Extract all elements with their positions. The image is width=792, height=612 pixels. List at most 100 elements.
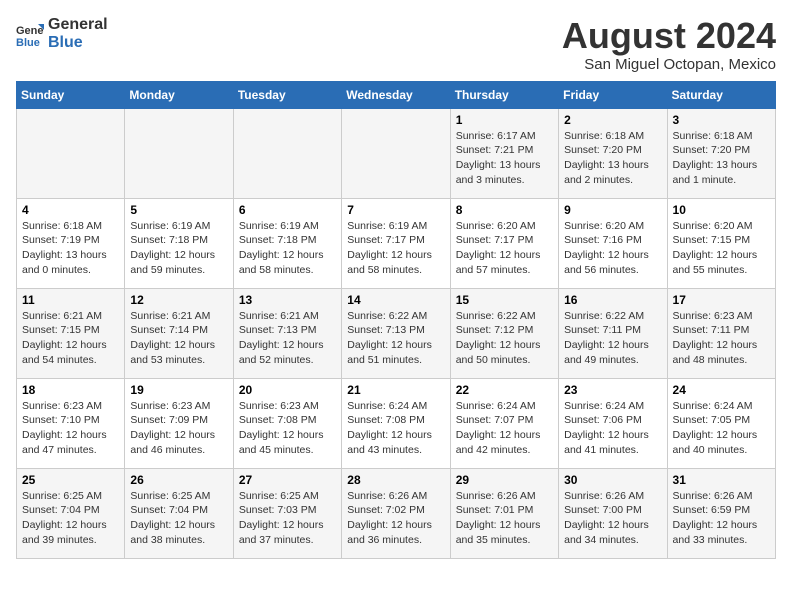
col-header-tuesday: Tuesday: [233, 81, 341, 108]
calendar-cell: 11 Sunrise: 6:21 AMSunset: 7:15 PMDayligh…: [17, 288, 125, 378]
day-number: 13: [239, 293, 336, 307]
calendar-cell: 24 Sunrise: 6:24 AMSunset: 7:05 PMDayligh…: [667, 378, 775, 468]
day-number: 17: [673, 293, 770, 307]
col-header-friday: Friday: [559, 81, 667, 108]
calendar-cell: 15Sunrise: 6:22 AMSunset: 7:12 PMDayligh…: [450, 288, 558, 378]
day-info: Sunrise: 6:20 AMSunset: 7:17 PMDaylight:…: [456, 219, 553, 278]
calendar-week-row: 1 Sunrise: 6:17 AMSunset: 7:21 PMDaylight…: [17, 108, 776, 198]
calendar-cell: 25 Sunrise: 6:25 AMSunset: 7:04 PMDayligh…: [17, 468, 125, 558]
day-info: Sunrise: 6:26 AMSunset: 6:59 PMDaylight:…: [673, 489, 770, 548]
day-number: 16: [564, 293, 661, 307]
day-info: Sunrise: 6:22 AMSunset: 7:11 PMDaylight:…: [564, 309, 661, 368]
col-header-thursday: Thursday: [450, 81, 558, 108]
logo-general-text: General: [48, 16, 108, 34]
day-number: 27: [239, 473, 336, 487]
day-info: Sunrise: 6:26 AMSunset: 7:01 PMDaylight:…: [456, 489, 553, 548]
day-info: Sunrise: 6:18 AMSunset: 7:20 PMDaylight:…: [673, 129, 770, 188]
calendar-cell: 1 Sunrise: 6:17 AMSunset: 7:21 PMDaylight…: [450, 108, 558, 198]
day-number: 19: [130, 383, 227, 397]
calendar-cell: 9Sunrise: 6:20 AMSunset: 7:16 PMDaylight…: [559, 198, 667, 288]
logo-icon: General Blue: [16, 20, 44, 48]
title-area: August 2024 San Miguel Octopan, Mexico: [562, 16, 776, 73]
day-number: 1: [456, 113, 553, 127]
day-info: Sunrise: 6:18 AMSunset: 7:20 PMDaylight:…: [564, 129, 661, 188]
calendar-cell: 10Sunrise: 6:20 AMSunset: 7:15 PMDayligh…: [667, 198, 775, 288]
logo-blue-text: Blue: [48, 34, 108, 52]
calendar-week-row: 25 Sunrise: 6:25 AMSunset: 7:04 PMDayligh…: [17, 468, 776, 558]
day-number: 14: [347, 293, 444, 307]
day-number: 12: [130, 293, 227, 307]
calendar-cell: 2Sunrise: 6:18 AMSunset: 7:20 PMDaylight…: [559, 108, 667, 198]
day-info: Sunrise: 6:22 AMSunset: 7:13 PMDaylight:…: [347, 309, 444, 368]
day-info: Sunrise: 6:19 AMSunset: 7:18 PMDaylight:…: [130, 219, 227, 278]
day-info: Sunrise: 6:26 AMSunset: 7:00 PMDaylight:…: [564, 489, 661, 548]
day-number: 18: [22, 383, 119, 397]
day-info: Sunrise: 6:19 AMSunset: 7:17 PMDaylight:…: [347, 219, 444, 278]
day-info: Sunrise: 6:22 AMSunset: 7:12 PMDaylight:…: [456, 309, 553, 368]
day-info: Sunrise: 6:24 AMSunset: 7:05 PMDaylight:…: [673, 399, 770, 458]
day-number: 26: [130, 473, 227, 487]
day-number: 10: [673, 203, 770, 217]
day-number: 28: [347, 473, 444, 487]
calendar-cell: 6Sunrise: 6:19 AMSunset: 7:18 PMDaylight…: [233, 198, 341, 288]
calendar-cell: 17Sunrise: 6:23 AMSunset: 7:11 PMDayligh…: [667, 288, 775, 378]
day-info: Sunrise: 6:25 AMSunset: 7:04 PMDaylight:…: [22, 489, 119, 548]
col-header-monday: Monday: [125, 81, 233, 108]
day-info: Sunrise: 6:25 AMSunset: 7:03 PMDaylight:…: [239, 489, 336, 548]
day-info: Sunrise: 6:21 AMSunset: 7:13 PMDaylight:…: [239, 309, 336, 368]
day-number: 29: [456, 473, 553, 487]
day-number: 24: [673, 383, 770, 397]
calendar-cell: 26 Sunrise: 6:25 AMSunset: 7:04 PMDayligh…: [125, 468, 233, 558]
col-header-wednesday: Wednesday: [342, 81, 450, 108]
calendar-cell: 27 Sunrise: 6:25 AMSunset: 7:03 PMDayligh…: [233, 468, 341, 558]
svg-text:Blue: Blue: [16, 37, 40, 48]
calendar-cell: 5 Sunrise: 6:19 AMSunset: 7:18 PMDaylight…: [125, 198, 233, 288]
day-info: Sunrise: 6:24 AMSunset: 7:08 PMDaylight:…: [347, 399, 444, 458]
page-header: General Blue General Blue August 2024 Sa…: [16, 16, 776, 73]
calendar-week-row: 11 Sunrise: 6:21 AMSunset: 7:15 PMDayligh…: [17, 288, 776, 378]
day-number: 23: [564, 383, 661, 397]
day-info: Sunrise: 6:19 AMSunset: 7:18 PMDaylight:…: [239, 219, 336, 278]
day-info: Sunrise: 6:23 AMSunset: 7:10 PMDaylight:…: [22, 399, 119, 458]
day-info: Sunrise: 6:24 AMSunset: 7:06 PMDaylight:…: [564, 399, 661, 458]
calendar-cell: 12 Sunrise: 6:21 AMSunset: 7:14 PMDayligh…: [125, 288, 233, 378]
calendar-cell: 28Sunrise: 6:26 AMSunset: 7:02 PMDayligh…: [342, 468, 450, 558]
day-info: Sunrise: 6:18 AMSunset: 7:19 PMDaylight:…: [22, 219, 119, 278]
calendar-cell: [17, 108, 125, 198]
page-title: August 2024: [562, 16, 776, 56]
calendar-header-row: SundayMondayTuesdayWednesdayThursdayFrid…: [17, 81, 776, 108]
calendar-cell: 8Sunrise: 6:20 AMSunset: 7:17 PMDaylight…: [450, 198, 558, 288]
day-number: 21: [347, 383, 444, 397]
calendar-week-row: 18 Sunrise: 6:23 AMSunset: 7:10 PMDayligh…: [17, 378, 776, 468]
calendar-cell: 21 Sunrise: 6:24 AMSunset: 7:08 PMDayligh…: [342, 378, 450, 468]
day-number: 4: [22, 203, 119, 217]
day-number: 20: [239, 383, 336, 397]
day-info: Sunrise: 6:20 AMSunset: 7:16 PMDaylight:…: [564, 219, 661, 278]
calendar-cell: 14 Sunrise: 6:22 AMSunset: 7:13 PMDayligh…: [342, 288, 450, 378]
calendar-cell: [342, 108, 450, 198]
day-info: Sunrise: 6:23 AMSunset: 7:08 PMDaylight:…: [239, 399, 336, 458]
page-subtitle: San Miguel Octopan, Mexico: [562, 56, 776, 73]
day-info: Sunrise: 6:21 AMSunset: 7:14 PMDaylight:…: [130, 309, 227, 368]
day-number: 31: [673, 473, 770, 487]
day-info: Sunrise: 6:21 AMSunset: 7:15 PMDaylight:…: [22, 309, 119, 368]
calendar-cell: 31 Sunrise: 6:26 AMSunset: 6:59 PMDayligh…: [667, 468, 775, 558]
calendar-cell: 29 Sunrise: 6:26 AMSunset: 7:01 PMDayligh…: [450, 468, 558, 558]
day-info: Sunrise: 6:23 AMSunset: 7:09 PMDaylight:…: [130, 399, 227, 458]
day-number: 25: [22, 473, 119, 487]
calendar-cell: 23 Sunrise: 6:24 AMSunset: 7:06 PMDayligh…: [559, 378, 667, 468]
calendar-cell: 7Sunrise: 6:19 AMSunset: 7:17 PMDaylight…: [342, 198, 450, 288]
day-info: Sunrise: 6:24 AMSunset: 7:07 PMDaylight:…: [456, 399, 553, 458]
day-number: 11: [22, 293, 119, 307]
day-info: Sunrise: 6:17 AMSunset: 7:21 PMDaylight:…: [456, 129, 553, 188]
calendar-cell: 19 Sunrise: 6:23 AMSunset: 7:09 PMDayligh…: [125, 378, 233, 468]
day-number: 22: [456, 383, 553, 397]
calendar-cell: 20 Sunrise: 6:23 AMSunset: 7:08 PMDayligh…: [233, 378, 341, 468]
day-info: Sunrise: 6:25 AMSunset: 7:04 PMDaylight:…: [130, 489, 227, 548]
calendar-cell: 18 Sunrise: 6:23 AMSunset: 7:10 PMDayligh…: [17, 378, 125, 468]
day-number: 5: [130, 203, 227, 217]
svg-text:General: General: [16, 25, 44, 37]
calendar-cell: 30Sunrise: 6:26 AMSunset: 7:00 PMDayligh…: [559, 468, 667, 558]
calendar-table: SundayMondayTuesdayWednesdayThursdayFrid…: [16, 81, 776, 559]
col-header-saturday: Saturday: [667, 81, 775, 108]
